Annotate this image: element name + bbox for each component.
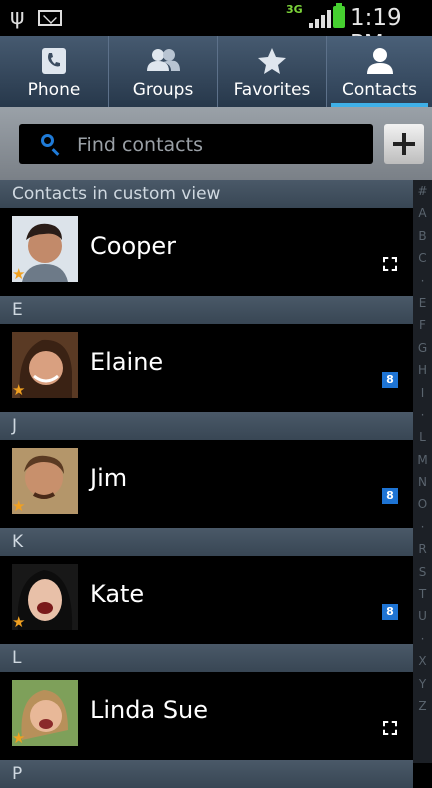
favorite-star-icon: ★ [12, 613, 26, 630]
tab-bar: Phone Groups Favorites Contacts [0, 36, 432, 107]
index-letter[interactable]: H [413, 359, 432, 381]
avatar: ★ [12, 448, 78, 514]
avatar: ★ [12, 680, 78, 746]
contact-name: Kate [90, 580, 145, 608]
google-account-icon: 8 [382, 604, 398, 620]
tab-favorites[interactable]: Favorites [218, 36, 327, 107]
status-bar: ψ 3G 1:19 PM [0, 0, 432, 57]
contact-row-jim[interactable]: ★ Jim 8 [0, 440, 413, 528]
index-letter[interactable]: S [413, 561, 432, 583]
tab-contacts[interactable]: Contacts [327, 36, 432, 107]
index-letter[interactable]: G [413, 337, 432, 359]
index-letter[interactable]: B [413, 225, 432, 247]
contact-name: Elaine [90, 348, 164, 376]
section-header: Contacts in custom view [0, 180, 413, 208]
samsung-account-icon [383, 721, 397, 735]
section-header-e: E [0, 296, 413, 324]
contact-name: Jim [90, 464, 128, 492]
tab-groups-label: Groups [132, 80, 194, 100]
favorite-star-icon: ★ [12, 729, 26, 746]
favorite-star-icon: ★ [12, 497, 26, 514]
search-icon [41, 134, 54, 147]
favorite-star-icon: ★ [12, 265, 26, 282]
contact-name: Cooper [90, 232, 176, 260]
google-account-icon: 8 [382, 488, 398, 504]
avatar: ★ [12, 332, 78, 398]
tab-contacts-label: Contacts [342, 80, 417, 100]
section-header-j: J [0, 412, 413, 440]
index-letter[interactable]: O [413, 493, 432, 515]
tab-phone-label: Phone [27, 80, 81, 100]
index-letter[interactable]: U [413, 605, 432, 627]
index-letter[interactable]: · [413, 516, 432, 538]
signal-icon [309, 10, 331, 28]
groups-icon [147, 49, 180, 71]
search-bar [0, 107, 432, 180]
contact-row-kate[interactable]: ★ Kate 8 [0, 556, 413, 644]
avatar: ★ [12, 216, 78, 282]
index-letter[interactable]: I [413, 382, 432, 404]
usb-icon: ψ [10, 5, 25, 30]
contact-row-elaine[interactable]: ★ Elaine 8 [0, 324, 413, 412]
index-letter[interactable]: R [413, 538, 432, 560]
search-input[interactable] [75, 128, 359, 162]
message-icon [38, 10, 62, 26]
section-header-k: K [0, 528, 413, 556]
index-letter[interactable]: Z [413, 695, 432, 717]
contact-icon [366, 48, 393, 74]
contact-row-cooper[interactable]: ★ Cooper [0, 208, 413, 296]
section-header-p: P [0, 760, 413, 788]
index-letter[interactable]: · [413, 404, 432, 426]
index-letter[interactable]: L [413, 426, 432, 448]
index-letter[interactable]: A [413, 202, 432, 224]
battery-icon [333, 3, 345, 28]
index-letter[interactable]: F [413, 314, 432, 336]
phone-icon [42, 48, 66, 74]
contact-name: Linda Sue [90, 696, 209, 724]
index-letter[interactable]: N [413, 471, 432, 493]
index-letter[interactable]: · [413, 628, 432, 650]
tab-phone[interactable]: Phone [0, 36, 109, 107]
search-box[interactable] [19, 124, 373, 164]
alphabet-index[interactable]: # A B C · E F G H I · L M N O · R S T U · X Y Z [413, 180, 432, 763]
index-letter[interactable]: X [413, 650, 432, 672]
tab-groups[interactable]: Groups [109, 36, 218, 107]
index-letter[interactable]: M [413, 449, 432, 471]
index-letter[interactable]: · [413, 270, 432, 292]
contact-row-linda-sue[interactable]: ★ Linda Sue [0, 672, 413, 760]
favorite-star-icon: ★ [12, 381, 26, 398]
index-letter[interactable]: E [413, 292, 432, 314]
add-contact-button[interactable] [384, 124, 424, 164]
index-letter[interactable]: T [413, 583, 432, 605]
index-letter[interactable]: # [413, 180, 432, 202]
network-type: 3G [286, 3, 303, 16]
index-letter[interactable]: Y [413, 673, 432, 695]
avatar: ★ [12, 564, 78, 630]
contact-list[interactable]: Contacts in custom view ★ Cooper E ★ Ela… [0, 180, 432, 788]
tab-favorites-label: Favorites [233, 80, 311, 100]
section-header-l: L [0, 644, 413, 672]
google-account-icon: 8 [382, 372, 398, 388]
star-icon [258, 48, 286, 74]
index-letter[interactable]: C [413, 247, 432, 269]
samsung-account-icon [383, 257, 397, 271]
